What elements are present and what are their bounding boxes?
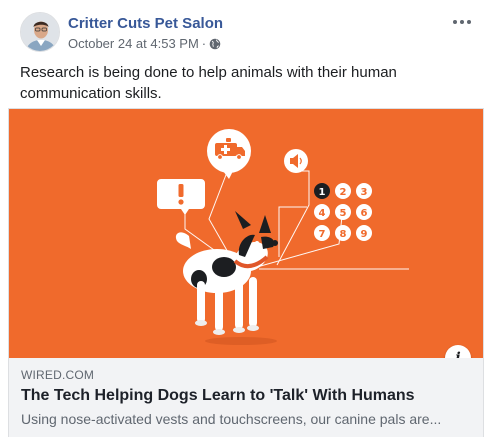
avatar[interactable]	[20, 12, 60, 52]
link-preview-card[interactable]: 1 2 3 4 5 6 7 8 9 WIRED.COM The Tech Hel…	[8, 108, 484, 437]
svg-text:6: 6	[361, 208, 368, 219]
feed-post: Critter Cuts Pet Salon October 24 at 4:5…	[0, 0, 492, 437]
post-timestamp[interactable]: October 24 at 4:53 PM	[68, 36, 199, 51]
svg-text:7: 7	[319, 229, 326, 240]
dog-illustration: 1 2 3 4 5 6 7 8 9	[9, 109, 483, 358]
link-preview-info[interactable]: WIRED.COM The Tech Helping Dogs Learn to…	[9, 358, 483, 437]
link-domain: WIRED.COM	[21, 368, 95, 382]
globe-icon[interactable]	[209, 38, 221, 50]
keypad-graphic: 1 2 3 4 5 6 7 8 9	[314, 183, 372, 241]
link-description: Using nose-activated vests and touchscre…	[21, 411, 442, 427]
svg-text:5: 5	[340, 208, 347, 219]
link-preview-image[interactable]: 1 2 3 4 5 6 7 8 9	[9, 109, 483, 358]
post-text: Research is being done to help animals w…	[20, 64, 397, 102]
avatar-image	[21, 13, 59, 51]
meta-separator: ·	[201, 36, 207, 51]
author-name[interactable]: Critter Cuts Pet Salon	[68, 15, 223, 32]
svg-text:1: 1	[319, 187, 326, 198]
post-meta: October 24 at 4:53 PM ·	[68, 36, 221, 51]
svg-text:8: 8	[340, 229, 347, 240]
svg-text:2: 2	[340, 187, 347, 198]
speaker-icon	[284, 149, 308, 173]
link-title[interactable]: The Tech Helping Dogs Learn to 'Talk' Wi…	[21, 387, 471, 405]
svg-text:4: 4	[319, 208, 326, 219]
svg-text:3: 3	[361, 187, 368, 198]
svg-text:9: 9	[361, 229, 368, 240]
more-options-icon[interactable]	[450, 14, 474, 30]
post-header: Critter Cuts Pet Salon October 24 at 4:5…	[20, 12, 492, 56]
